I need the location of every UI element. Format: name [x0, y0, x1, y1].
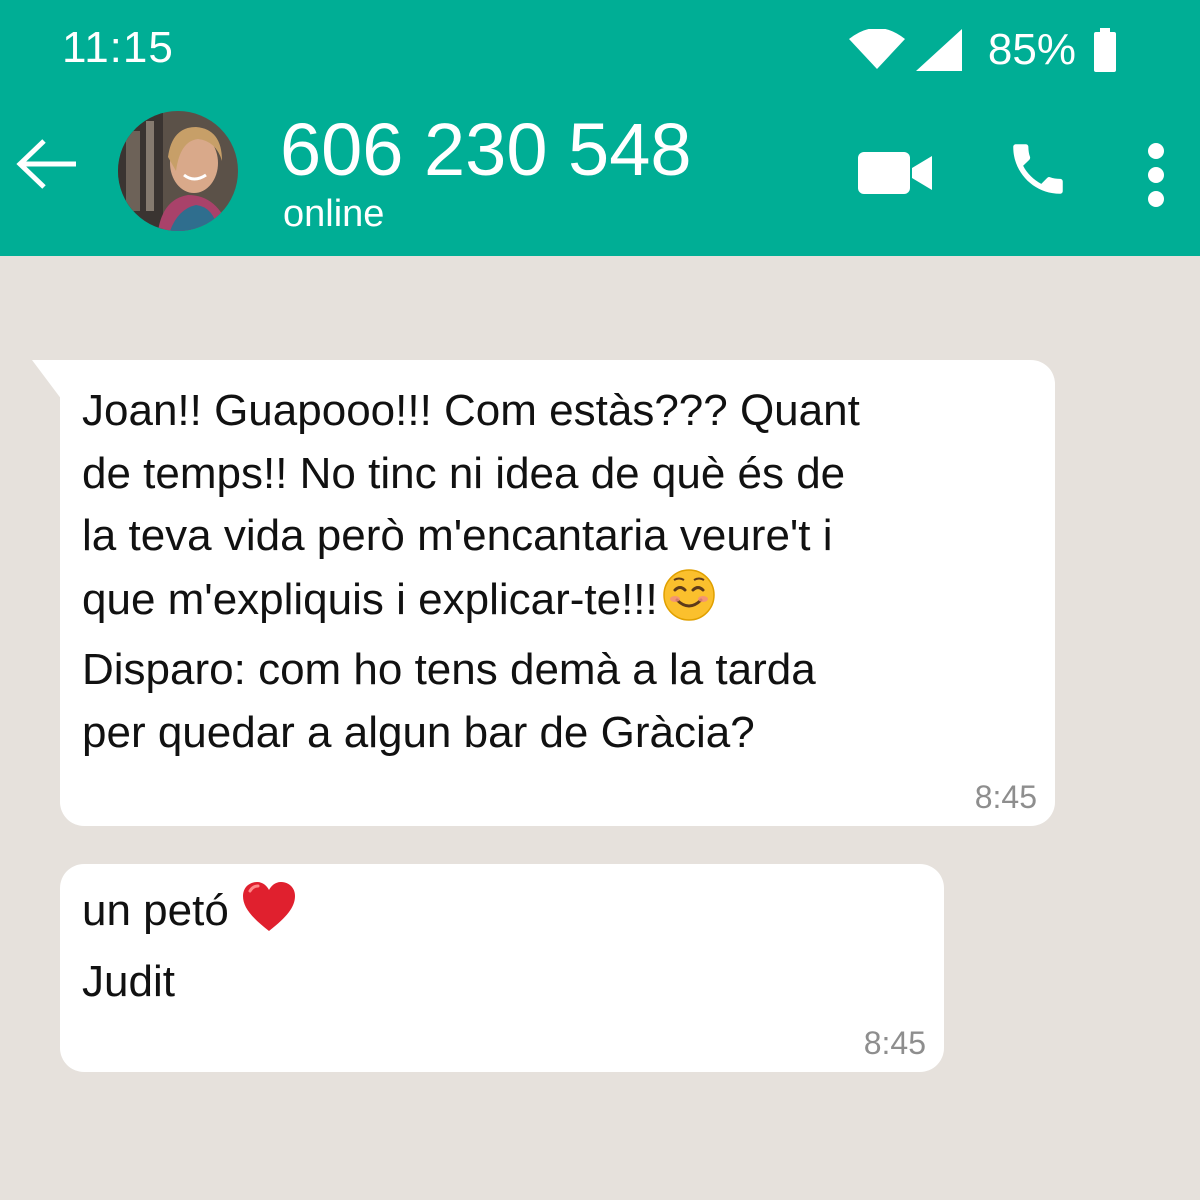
bubble-tail [32, 360, 62, 405]
message-line: de temps!! No tinc ni idea de què és de [82, 448, 846, 498]
message-timestamp: 8:45 [974, 779, 1037, 815]
contact-status: online [283, 193, 385, 235]
message-line: Disparo: com ho tens demà a la tarda [82, 645, 816, 694]
message-text: un petó Judit [82, 880, 922, 1013]
chat-header: 606 230 548 online [0, 96, 1200, 256]
wifi-icon [848, 29, 906, 71]
back-arrow-icon[interactable] [14, 136, 80, 197]
chat-area[interactable]: Joan!! Guapooo!!! Com estàs??? Quant de … [0, 256, 1200, 1200]
message-text: Joan!! Guapooo!!! Com estàs??? Quant de … [82, 380, 1042, 764]
incoming-message-bubble[interactable]: Joan!! Guapooo!!! Com estàs??? Quant de … [60, 360, 1055, 826]
battery-percent: 85% [987, 25, 1076, 74]
status-bar: 11:15 85% [0, 0, 1200, 96]
contact-name[interactable]: 606 230 548 [280, 108, 692, 192]
message-line: per quedar a algun bar de Gràcia? [82, 707, 755, 757]
incoming-message-bubble[interactable]: un petó Judit 8:45 [60, 864, 944, 1072]
more-options-icon[interactable] [1144, 142, 1168, 213]
cell-signal-icon [914, 27, 964, 73]
message-line: un petó [82, 886, 229, 935]
smiling-face-emoji [662, 568, 716, 640]
status-time: 11:15 [62, 23, 174, 72]
red-heart-emoji [241, 881, 297, 951]
video-call-icon[interactable] [858, 152, 934, 199]
status-icons: 85% [848, 22, 1116, 78]
phone-call-icon[interactable] [1004, 136, 1072, 207]
message-line: que m'expliquis i explicar-te!!! [82, 574, 658, 624]
message-line: Judit [82, 956, 175, 1006]
message-line: Joan!! Guapooo!!! Com estàs??? Quant [82, 386, 860, 435]
avatar[interactable] [118, 111, 238, 231]
battery-icon [1094, 28, 1116, 72]
message-timestamp: 8:45 [863, 1025, 926, 1061]
message-line: la teva vida però m'encantaria veure't i [82, 511, 833, 560]
